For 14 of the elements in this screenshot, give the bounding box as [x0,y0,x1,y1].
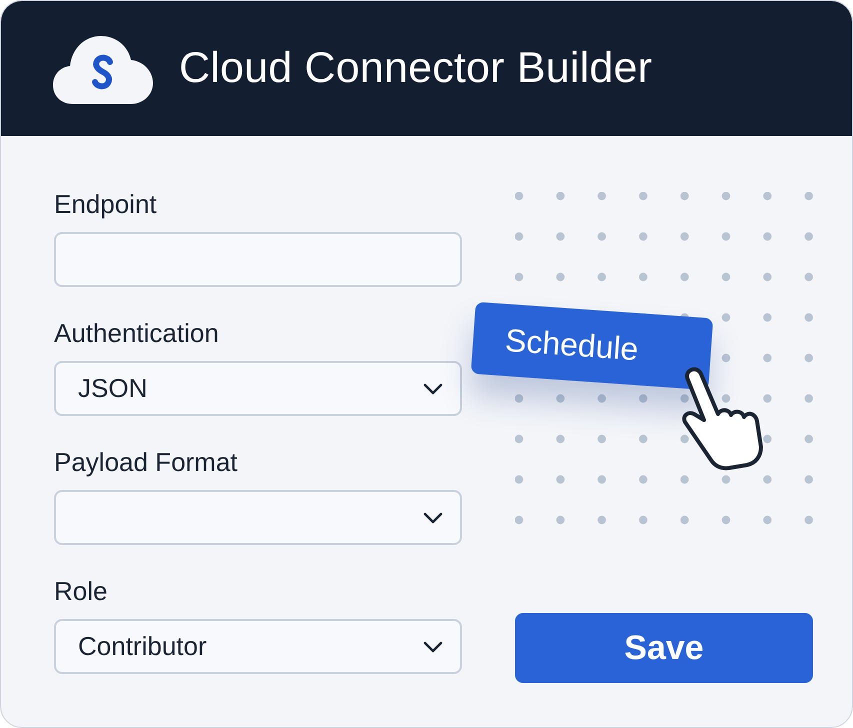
field-label: Payload Format [54,446,239,478]
app-title: Cloud Connector Builder [179,44,652,93]
schedule-button[interactable]: Schedule [470,302,714,390]
input-field[interactable] [54,232,462,287]
select-field[interactable]: Contributor [54,619,462,674]
save-button[interactable]: Save [515,613,813,683]
select-field[interactable]: JSON [54,361,462,416]
chevron-down-icon [422,382,444,396]
field-label: Role [54,575,108,607]
chevron-down-icon [422,640,444,654]
select-field[interactable] [54,490,462,545]
field-label: Endpoint [54,188,158,220]
chevron-down-icon [422,510,444,524]
field-label: Authentication [54,317,220,349]
